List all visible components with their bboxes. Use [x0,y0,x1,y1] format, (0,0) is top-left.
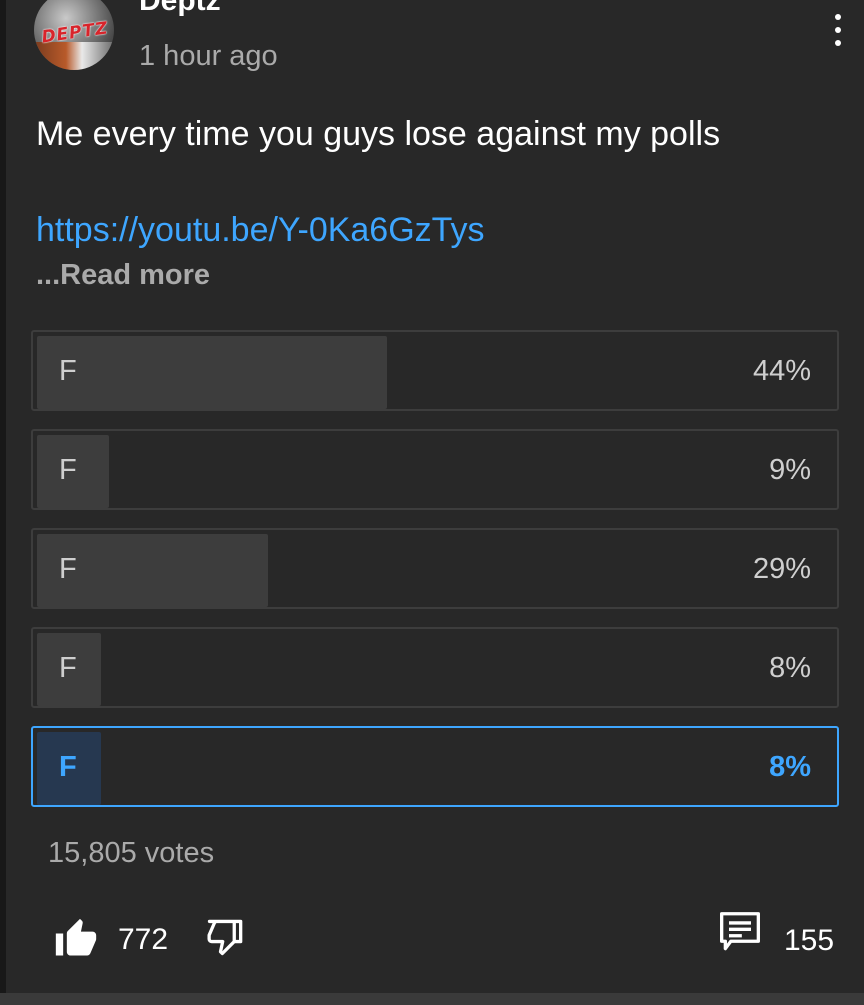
menu-dot [835,40,841,46]
poll-option-percent: 8% [769,751,811,783]
like-button[interactable]: 772 [54,915,194,967]
community-post-card: DEPTZ Deptz 1 hour ago Me every time you… [6,0,864,993]
read-more-button[interactable]: ...Read more [36,258,210,292]
comment-count: 155 [784,924,835,957]
channel-avatar[interactable]: DEPTZ [34,0,114,70]
poll-option-percent: 44% [752,355,811,387]
menu-dot [835,14,841,20]
poll-option-percent: 29% [752,553,811,585]
poll-option[interactable]: F 8% [31,627,839,708]
more-vert-icon[interactable] [826,10,850,50]
menu-dot [835,27,841,33]
poll-option-percent: 9% [769,454,811,486]
bottom-edge [0,993,864,1005]
thumbs-up-icon [55,918,97,956]
post-text: Me every time you guys lose against my p… [36,115,721,153]
poll-option[interactable]: F 29% [31,528,839,609]
like-count: 772 [118,923,169,956]
comments-button[interactable]: 155 [718,910,848,966]
poll-option[interactable]: F 8% [31,726,839,807]
poll-option-label: F [59,355,77,387]
poll-option[interactable]: F 44% [31,330,839,411]
comment-icon [720,912,760,951]
poll-option-label: F [59,454,77,486]
poll-option-label: F [59,751,77,783]
poll-option-fill [37,336,387,409]
post-timestamp: 1 hour ago [139,40,278,72]
poll-option-label: F [59,652,77,684]
poll-vote-count: 15,805 votes [48,837,215,869]
post-link[interactable]: https://youtu.be/Y-0Ka6GzTys [36,210,485,250]
channel-name[interactable]: Deptz [139,0,221,16]
poll-option[interactable]: F 9% [31,429,839,510]
poll-option-percent: 8% [769,652,811,684]
thumbs-down-icon [207,919,243,956]
poll-option-label: F [59,553,77,585]
dislike-button[interactable] [204,915,256,967]
